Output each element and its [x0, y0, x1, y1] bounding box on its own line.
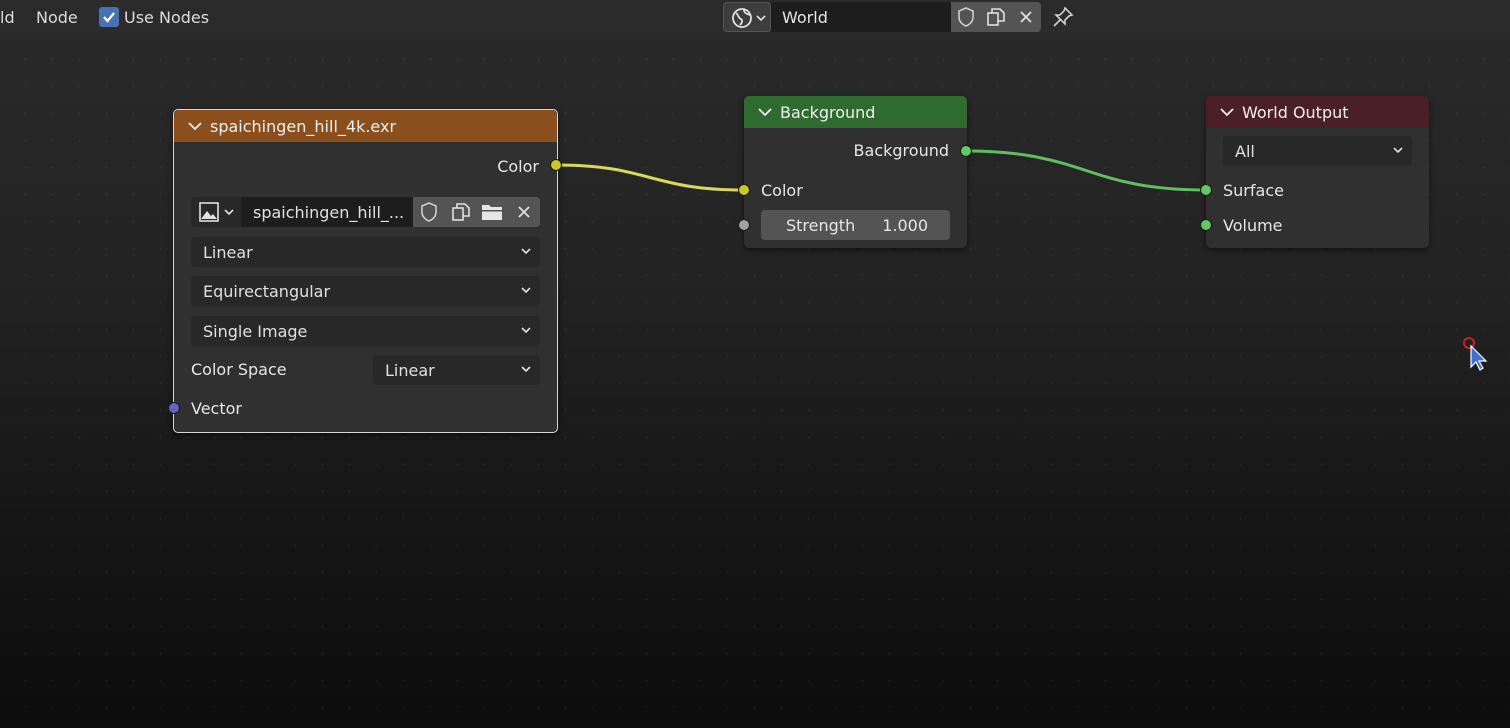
pin-button[interactable]	[1052, 6, 1074, 28]
node-header[interactable]: Background	[744, 96, 967, 128]
pin-icon	[1053, 6, 1074, 27]
world-output-node[interactable]: World Output All Surface Volume	[1206, 96, 1429, 248]
node-header[interactable]: spaichingen_hill_4k.exr	[174, 110, 557, 142]
interpolation-dropdown[interactable]: Linear	[191, 237, 540, 267]
node-title: World Output	[1242, 102, 1349, 122]
image-duplicate-button[interactable]	[445, 197, 476, 227]
world-name-field[interactable]: World	[771, 2, 951, 32]
shield-icon	[958, 7, 974, 27]
color-input-label: Color	[761, 181, 803, 200]
node-editor-header: ld Node Use Nodes World	[0, 0, 1510, 36]
image-icon	[199, 202, 219, 222]
target-value: All	[1235, 141, 1255, 161]
background-output-label: Background	[853, 141, 949, 160]
environment-texture-node[interactable]: spaichingen_hill_4k.exr Color spaichinge…	[173, 109, 558, 433]
background-output-socket[interactable]	[960, 145, 972, 157]
duplicate-icon	[987, 8, 1005, 26]
strength-input-socket[interactable]	[738, 219, 750, 231]
node-title: spaichingen_hill_4k.exr	[210, 116, 397, 136]
image-fake-user-button[interactable]	[413, 197, 445, 227]
mouse-cursor-icon	[1463, 337, 1488, 371]
surface-input-label: Surface	[1223, 181, 1284, 200]
source-dropdown[interactable]: Single Image	[191, 316, 540, 346]
target-dropdown[interactable]: All	[1223, 136, 1412, 166]
volume-input-label: Volume	[1223, 216, 1283, 235]
node-header[interactable]: World Output	[1206, 96, 1429, 128]
image-open-button[interactable]	[476, 197, 508, 227]
image-browse-button[interactable]	[191, 197, 241, 227]
link-color	[555, 163, 745, 192]
image-actions	[413, 197, 540, 227]
color-input-socket[interactable]	[738, 184, 750, 196]
unlink-world-button[interactable]	[1011, 2, 1041, 32]
duplicate-world-button[interactable]	[981, 2, 1011, 32]
interpolation-value: Linear	[203, 242, 253, 262]
menu-partial[interactable]: ld	[0, 8, 15, 27]
color-space-dropdown[interactable]: Linear	[373, 355, 540, 385]
world-name: World	[782, 8, 828, 27]
strength-value: 1.000	[882, 216, 928, 235]
duplicate-icon	[451, 203, 470, 221]
world-icon	[732, 8, 752, 28]
image-name: spaichingen_hill_...	[253, 203, 405, 222]
link-background	[965, 149, 1207, 192]
chevron-down-icon	[521, 327, 531, 334]
color-output-label: Color	[497, 157, 539, 176]
chevron-down-icon	[756, 15, 766, 22]
folder-icon	[482, 205, 502, 220]
strength-slider[interactable]: Strength 1.000	[761, 210, 950, 240]
image-name-field[interactable]: spaichingen_hill_...	[241, 197, 413, 227]
close-icon	[1020, 11, 1032, 23]
color-space-label: Color Space	[191, 360, 287, 379]
chevron-down-icon	[521, 287, 531, 294]
color-output-socket[interactable]	[550, 159, 562, 171]
chevron-down-icon[interactable]	[188, 121, 202, 131]
shield-icon	[421, 202, 437, 222]
chevron-down-icon	[521, 248, 531, 255]
close-icon	[518, 206, 530, 218]
vector-input-socket[interactable]	[168, 402, 180, 414]
background-node[interactable]: Background Background Color Strength 1.0…	[744, 96, 967, 248]
use-nodes-checkbox[interactable]	[99, 7, 119, 27]
color-space-value: Linear	[385, 360, 435, 380]
projection-dropdown[interactable]: Equirectangular	[191, 276, 540, 306]
node-title: Background	[780, 102, 876, 122]
checkmark-icon	[103, 12, 115, 23]
strength-label: Strength	[786, 216, 856, 235]
surface-input-socket[interactable]	[1200, 184, 1212, 196]
chevron-down-icon[interactable]	[758, 107, 772, 117]
world-browse-button[interactable]	[723, 2, 771, 32]
image-unlink-button[interactable]	[508, 197, 540, 227]
node-menu[interactable]: Node	[36, 8, 78, 27]
chevron-down-icon[interactable]	[1220, 107, 1234, 117]
vector-input-label: Vector	[191, 399, 242, 418]
source-value: Single Image	[203, 321, 308, 341]
volume-input-socket[interactable]	[1200, 219, 1212, 231]
fake-user-button[interactable]	[951, 2, 981, 32]
chevron-down-icon	[1393, 147, 1403, 154]
chevron-down-icon	[224, 209, 234, 216]
projection-value: Equirectangular	[203, 281, 331, 301]
chevron-down-icon	[521, 366, 531, 373]
use-nodes-label[interactable]: Use Nodes	[124, 8, 209, 27]
